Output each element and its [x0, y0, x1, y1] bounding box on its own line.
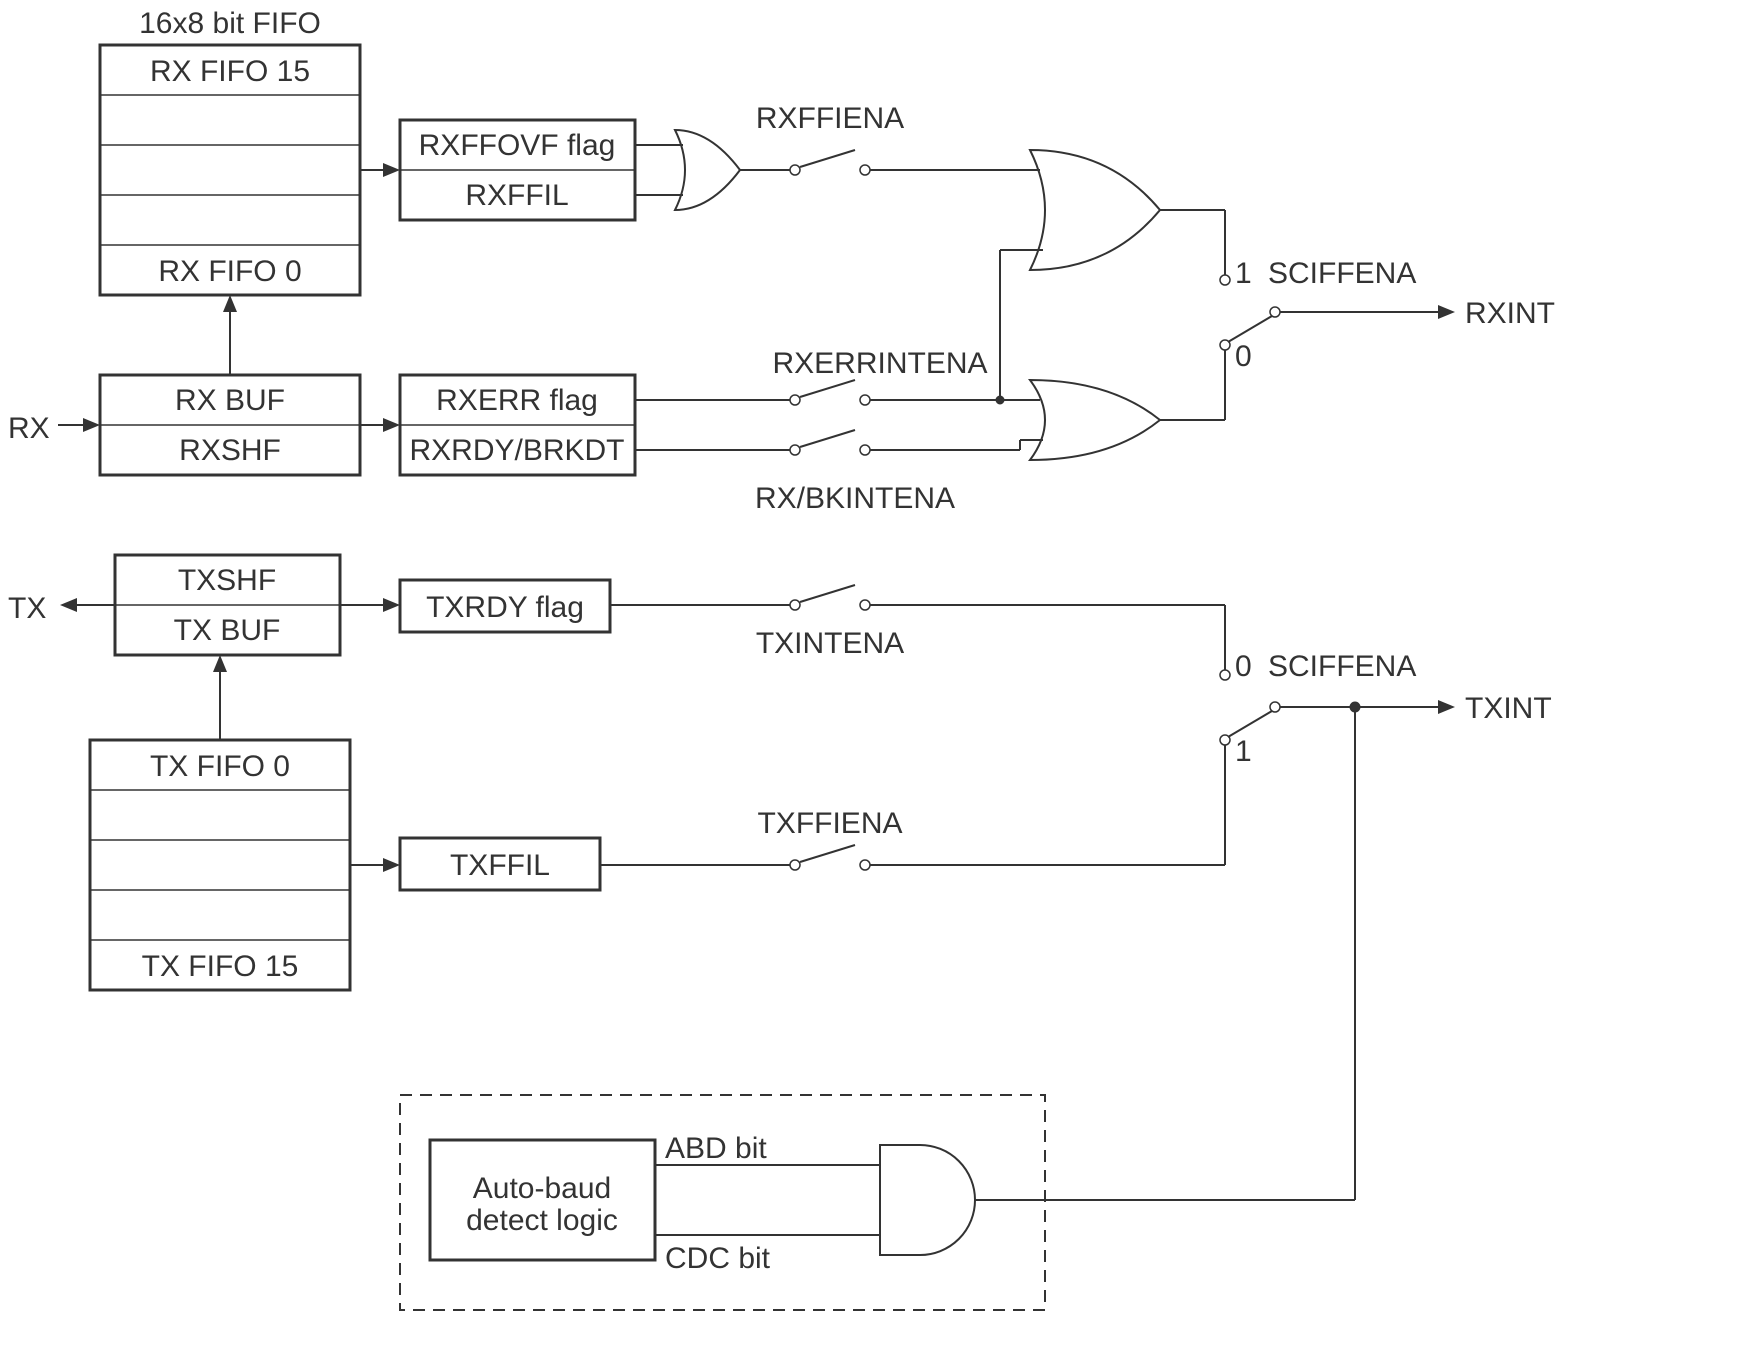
- rxffiena-label: RXFFIENA: [756, 102, 904, 135]
- rx-buf-top: RX BUF: [175, 384, 285, 417]
- tx-mux-one: 1: [1235, 735, 1252, 768]
- abd-bit-label: ABD bit: [665, 1132, 767, 1165]
- tx-pin-label: TX: [8, 592, 46, 625]
- rxerrintena-label: RXERRINTENA: [772, 347, 987, 380]
- title-label: 16x8 bit FIFO: [139, 7, 321, 40]
- or-gate-rx-bottom: [1030, 380, 1160, 460]
- or-gate-rxff: [675, 130, 740, 210]
- rxff-box: RXFFOVF flag RXFFIL: [400, 120, 635, 220]
- rx-fifo-block: RX FIFO 15 RX FIFO 0: [100, 45, 360, 295]
- tx-fifo-top: TX FIFO 0: [150, 750, 290, 783]
- rx-buf-bottom: RXSHF: [179, 434, 281, 467]
- rxerr-box: RXERR flag RXRDY/BRKDT: [400, 375, 635, 475]
- txffil-box: TXFFIL: [400, 838, 600, 890]
- sciffena-rx-label: SCIFFENA: [1268, 257, 1416, 290]
- cdc-bit-label: CDC bit: [665, 1242, 771, 1275]
- rx-buf-block: RX BUF RXSHF: [100, 375, 360, 475]
- rxerr-bottom: RXRDY/BRKDT: [409, 434, 624, 467]
- arrow-rxbuf-to-fifo: [223, 295, 237, 375]
- rxbkintena-label: RX/BKINTENA: [755, 482, 955, 515]
- tx-fifo-bottom: TX FIFO 15: [142, 950, 299, 983]
- txintena-label: TXINTENA: [756, 627, 904, 660]
- rxint-label: RXINT: [1465, 297, 1555, 330]
- tx-buf-bottom: TX BUF: [174, 614, 281, 647]
- rx-mux-zero: 0: [1235, 340, 1252, 373]
- txffil-label: TXFFIL: [450, 849, 550, 882]
- abd-label-2: detect logic: [466, 1204, 618, 1237]
- rxerr-top: RXERR flag: [436, 384, 598, 417]
- abd-label-1: Auto-baud: [473, 1172, 611, 1205]
- txrdy-label: TXRDY flag: [426, 591, 584, 624]
- rxff-top: RXFFOVF flag: [419, 129, 616, 162]
- rxff-bottom: RXFFIL: [465, 179, 568, 212]
- or-gate-rx-top: [1030, 150, 1160, 270]
- txint-label: TXINT: [1465, 692, 1552, 725]
- rx-fifo-top: RX FIFO 15: [150, 55, 310, 88]
- txrdy-box: TXRDY flag: [400, 580, 610, 632]
- rx-mux-one: 1: [1235, 257, 1252, 290]
- rx-pin-label: RX: [8, 412, 50, 445]
- rx-fifo-bottom: RX FIFO 0: [158, 255, 301, 288]
- txffiena-label: TXFFIENA: [757, 807, 902, 840]
- tx-buf-block: TXSHF TX BUF: [115, 555, 340, 655]
- tx-fifo-block: TX FIFO 0 TX FIFO 15: [90, 740, 350, 990]
- tx-mux-zero: 0: [1235, 650, 1252, 683]
- autobaud-group: Auto-baud detect logic Auto-baud detect …: [400, 1095, 1045, 1310]
- sciffena-tx-label: SCIFFENA: [1268, 650, 1416, 683]
- tx-buf-top: TXSHF: [178, 564, 276, 597]
